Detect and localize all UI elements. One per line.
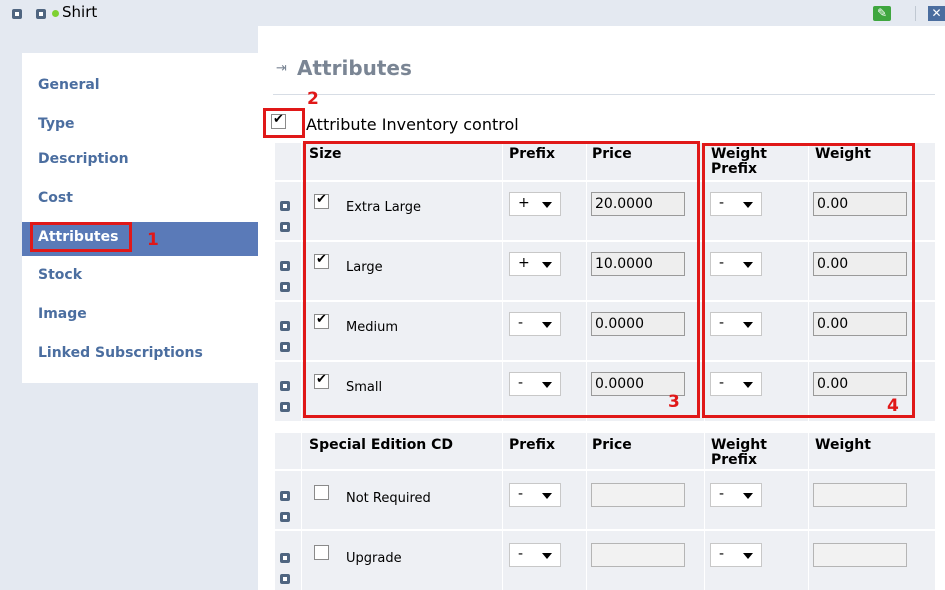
top-bar: Shirt ✎ ✕: [0, 0, 945, 26]
move-up-icon[interactable]: [280, 201, 290, 211]
sidebar-item-type[interactable]: Type: [38, 116, 75, 132]
annotation-number-1: 1: [147, 230, 159, 250]
row-divider: [275, 469, 935, 471]
annotation-box-4: [702, 143, 915, 418]
close-icon[interactable]: ✕: [928, 6, 945, 21]
weight-prefix-select[interactable]: -: [710, 543, 762, 567]
move-down-icon[interactable]: [280, 402, 290, 412]
row-label: Not Required: [346, 491, 431, 506]
price-input[interactable]: [591, 483, 685, 507]
col-divider: [502, 433, 503, 590]
row-checkbox[interactable]: [314, 545, 329, 560]
move-up-icon[interactable]: [280, 321, 290, 331]
status-dot-icon: [52, 10, 59, 17]
move-up-icon[interactable]: [280, 553, 290, 563]
header-weight-prefix: Weight Prefix: [711, 437, 767, 468]
left-panel: General Type Description Cost Attributes…: [0, 26, 258, 590]
sidebar-nav: General Type Description Cost Attributes…: [22, 53, 258, 383]
annotation-number-4: 4: [887, 396, 899, 416]
sidebar-item-image[interactable]: Image: [38, 306, 87, 322]
col-divider: [301, 143, 302, 421]
header-special-edition-cd: Special Edition CD: [309, 437, 454, 453]
collapse-icon[interactable]: [36, 9, 46, 19]
move-up-icon[interactable]: [280, 491, 290, 501]
prefix-select[interactable]: -: [509, 543, 561, 567]
prefix-select[interactable]: -: [509, 483, 561, 507]
annotation-box-1: [30, 222, 132, 252]
inventory-control-label: Attribute Inventory control: [306, 115, 519, 134]
header-price: Price: [592, 437, 632, 453]
page-title: Attributes: [297, 56, 412, 80]
sidebar-item-description[interactable]: Description: [38, 151, 129, 167]
col-divider: [586, 433, 587, 590]
move-down-icon[interactable]: [280, 574, 290, 584]
expand-icon[interactable]: [12, 9, 22, 19]
row-checkbox[interactable]: [314, 485, 329, 500]
col-divider: [301, 433, 302, 590]
move-down-icon[interactable]: [280, 342, 290, 352]
move-down-icon[interactable]: [280, 282, 290, 292]
row-label: Upgrade: [346, 551, 402, 566]
col-divider: [704, 433, 705, 590]
move-down-icon[interactable]: [280, 512, 290, 522]
move-down-icon[interactable]: [280, 222, 290, 232]
row-divider: [275, 529, 935, 531]
annotation-box-3: [303, 141, 700, 418]
edit-icon[interactable]: ✎: [873, 6, 891, 21]
header-prefix: Prefix: [509, 437, 556, 453]
sidebar-item-cost[interactable]: Cost: [38, 190, 73, 206]
annotation-box-2: [263, 108, 305, 138]
annotation-number-3: 3: [668, 392, 680, 412]
title-divider: [273, 94, 935, 95]
weight-input[interactable]: [813, 543, 907, 567]
annotation-number-2: 2: [307, 89, 319, 109]
section-icon: ⇥: [276, 61, 287, 76]
product-title: Shirt: [62, 3, 98, 21]
move-up-icon[interactable]: [280, 381, 290, 391]
price-input[interactable]: [591, 543, 685, 567]
weight-input[interactable]: [813, 483, 907, 507]
sidebar-item-linked-subscriptions[interactable]: Linked Subscriptions: [38, 345, 203, 361]
toolbar-divider: [915, 6, 916, 21]
sidebar-item-general[interactable]: General: [38, 77, 100, 93]
weight-prefix-select[interactable]: -: [710, 483, 762, 507]
move-up-icon[interactable]: [280, 261, 290, 271]
header-weight: Weight: [815, 437, 871, 453]
col-divider: [808, 433, 809, 590]
sidebar-item-stock[interactable]: Stock: [38, 267, 82, 283]
